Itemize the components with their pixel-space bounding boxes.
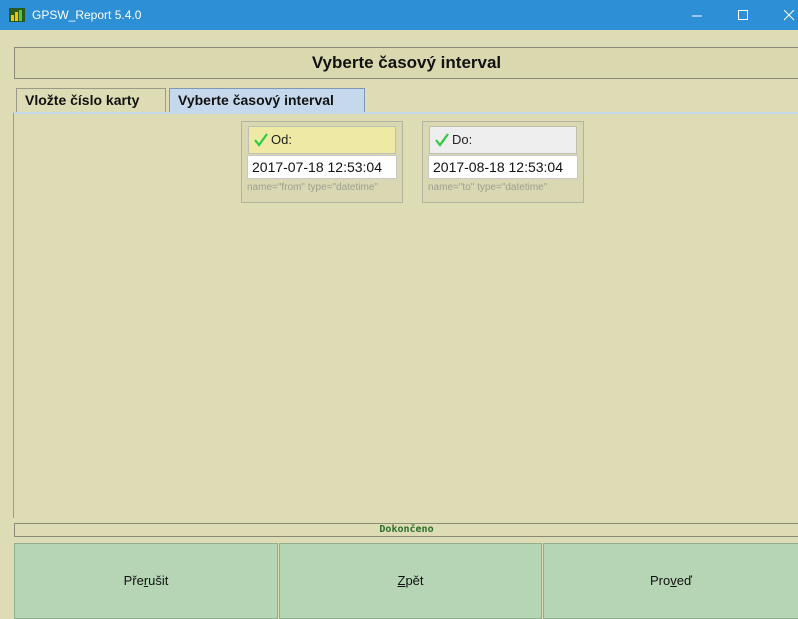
check-icon	[254, 133, 268, 147]
cancel-label-post: ušit	[148, 573, 169, 588]
from-field-meta: name="from" type="datetime"	[247, 182, 378, 193]
to-datetime-input[interactable]: 2017-08-18 12:53:04	[428, 155, 578, 179]
cancel-button[interactable]: Přerušit	[14, 543, 278, 619]
tab-time-interval[interactable]: Vyberte časový interval	[169, 88, 365, 112]
back-label-post: pět	[405, 573, 424, 588]
bar-chart-icon	[9, 8, 25, 22]
cancel-label-pre: Pře	[123, 573, 144, 588]
to-field-label: Do:	[429, 126, 577, 154]
close-button[interactable]	[767, 0, 798, 30]
run-button[interactable]: Proveď	[543, 543, 798, 619]
minimize-icon	[692, 15, 702, 17]
status-bar: Dokončeno	[14, 523, 798, 537]
to-label-text: Do:	[452, 132, 473, 147]
page-title: Vyberte časový interval	[14, 47, 798, 79]
from-datetime-input[interactable]: 2017-07-18 12:53:04	[247, 155, 397, 179]
tab-card-number[interactable]: Vložte číslo karty	[16, 88, 166, 112]
window-title: GPSW_Report 5.4.0	[32, 8, 142, 22]
run-label-pre: Pro	[650, 573, 671, 588]
close-icon	[784, 10, 795, 21]
to-field-group: Do: 2017-08-18 12:53:04 name="to" type="…	[422, 121, 584, 203]
minimize-button[interactable]	[675, 0, 721, 30]
from-label-text: Od:	[271, 132, 292, 147]
from-field-group: Od: 2017-07-18 12:53:04 name="from" type…	[241, 121, 403, 203]
check-icon	[435, 133, 449, 147]
to-field-meta: name="to" type="datetime"	[428, 182, 548, 193]
maximize-button[interactable]	[721, 0, 767, 30]
maximize-icon	[738, 10, 748, 20]
run-label-post: eď	[676, 573, 692, 588]
tab-panel	[13, 112, 798, 518]
back-button[interactable]: Zpět	[279, 543, 542, 619]
from-field-label: Od:	[248, 126, 396, 154]
title-bar: GPSW_Report 5.4.0	[0, 0, 798, 30]
